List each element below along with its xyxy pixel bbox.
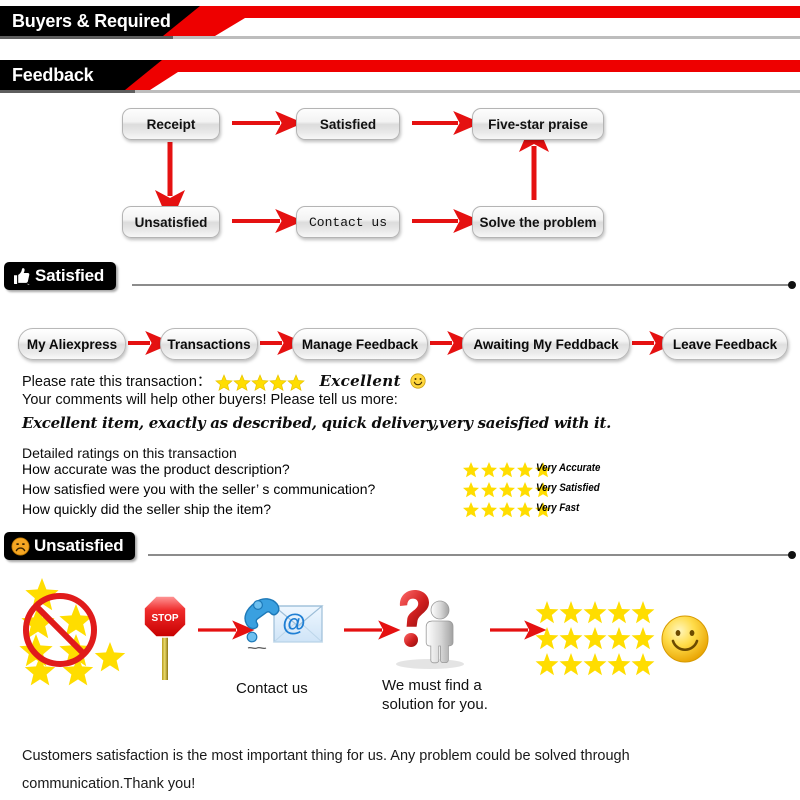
detailed-ratings-header: Detailed ratings on this transaction [22, 445, 237, 461]
comments-help-line: Your comments will help other buyers! Pl… [22, 392, 398, 408]
rating-question-3: How quickly did the seller ship the item… [22, 501, 272, 517]
rating-stars-5[interactable] [211, 374, 309, 392]
rating-question-1-verdict: Very Accurate [536, 462, 601, 474]
footer-line-1: Customers satisfaction is the most impor… [22, 748, 630, 764]
section-rule [148, 554, 792, 556]
caption-contact-us: Contact us [236, 680, 308, 697]
section-header-unsatisfied: Unsatisfied [0, 532, 800, 564]
arrow-to-five-stars [488, 620, 547, 640]
rate-transaction-line: Please rate this transaction： Excellent [22, 370, 426, 392]
banner-feedback: Feedback [0, 60, 800, 94]
stop-sign-icon: STOP [142, 594, 188, 680]
question-mark-person-icon [382, 586, 474, 670]
flow-node-receipt[interactable]: Receipt [122, 108, 220, 140]
section-label: Unsatisfied [34, 536, 124, 555]
rating-verdict-word: Excellent [319, 372, 401, 390]
rating-question-3-verdict: Very Fast [536, 502, 580, 514]
five-star-grid [535, 600, 655, 678]
rating-question-2-verdict: Very Satisfied [536, 482, 600, 494]
svg-text:STOP: STOP [151, 613, 178, 624]
smiley-icon [410, 373, 426, 389]
footer-line-2: communication.Thank you! [22, 776, 196, 792]
section-label: Satisfied [35, 266, 105, 285]
contact-us-icon: @ [240, 590, 326, 668]
breadcrumb: My Aliexpress Transactions Manage Feedba… [0, 320, 800, 360]
section-header-satisfied: Satisfied [0, 262, 800, 294]
flow-node-contact-us[interactable]: Contact us [296, 206, 400, 238]
flowchart-arrows [155, 111, 549, 233]
section-rule [132, 284, 792, 286]
breadcrumb-item-my-aliexpress[interactable]: My Aliexpress [18, 328, 126, 360]
breadcrumb-item-awaiting-my-feedback[interactable]: Awaiting My Feddback [462, 328, 630, 360]
rating-question-2: How satisfied were you with the seller’ … [22, 481, 376, 497]
svg-text:@: @ [282, 610, 305, 637]
flow-node-satisfied[interactable]: Satisfied [296, 108, 400, 140]
rating-question-1: How accurate was the product description… [22, 461, 290, 477]
breadcrumb-item-manage-feedback[interactable]: Manage Feedback [292, 328, 428, 360]
rejected-stars-group [10, 572, 160, 686]
flow-node-solve-the-problem[interactable]: Solve the problem [472, 206, 604, 238]
rate-prompt-label: Please rate this transaction： [22, 374, 212, 390]
section-tag: Satisfied [4, 262, 117, 290]
flow-node-unsatisfied[interactable]: Unsatisfied [122, 206, 220, 238]
resolution-illustration: STOP @ Contact us We must find a solutio… [0, 572, 800, 732]
breadcrumb-item-leave-feedback[interactable]: Leave Feedback [662, 328, 788, 360]
sad-face-icon [11, 536, 30, 556]
banner-shape [0, 60, 800, 94]
section-tag: Unsatisfied [4, 532, 136, 560]
caption-find-solution: We must find a solution for you. [382, 677, 488, 713]
flow-node-five-star-praise[interactable]: Five-star praise [472, 108, 604, 140]
section-rule-end-dot [788, 281, 796, 289]
big-smiley-icon [660, 614, 710, 664]
breadcrumb-item-transactions[interactable]: Transactions [160, 328, 258, 360]
buyer-comment-text: Excellent item, exactly as described, qu… [22, 414, 612, 432]
banner-label: Feedback [12, 65, 94, 85]
thumbs-up-icon [11, 267, 31, 286]
banner-label: Buyers & Required [12, 11, 171, 31]
feedback-infographic-page: Buyers & Required Feedback Receipt Satis… [0, 0, 800, 800]
banner-buyers-required: Buyers & Required [0, 6, 800, 40]
feedback-flowchart: Receipt Satisfied Five-star praise Unsat… [0, 100, 800, 250]
section-rule-end-dot [788, 551, 796, 559]
